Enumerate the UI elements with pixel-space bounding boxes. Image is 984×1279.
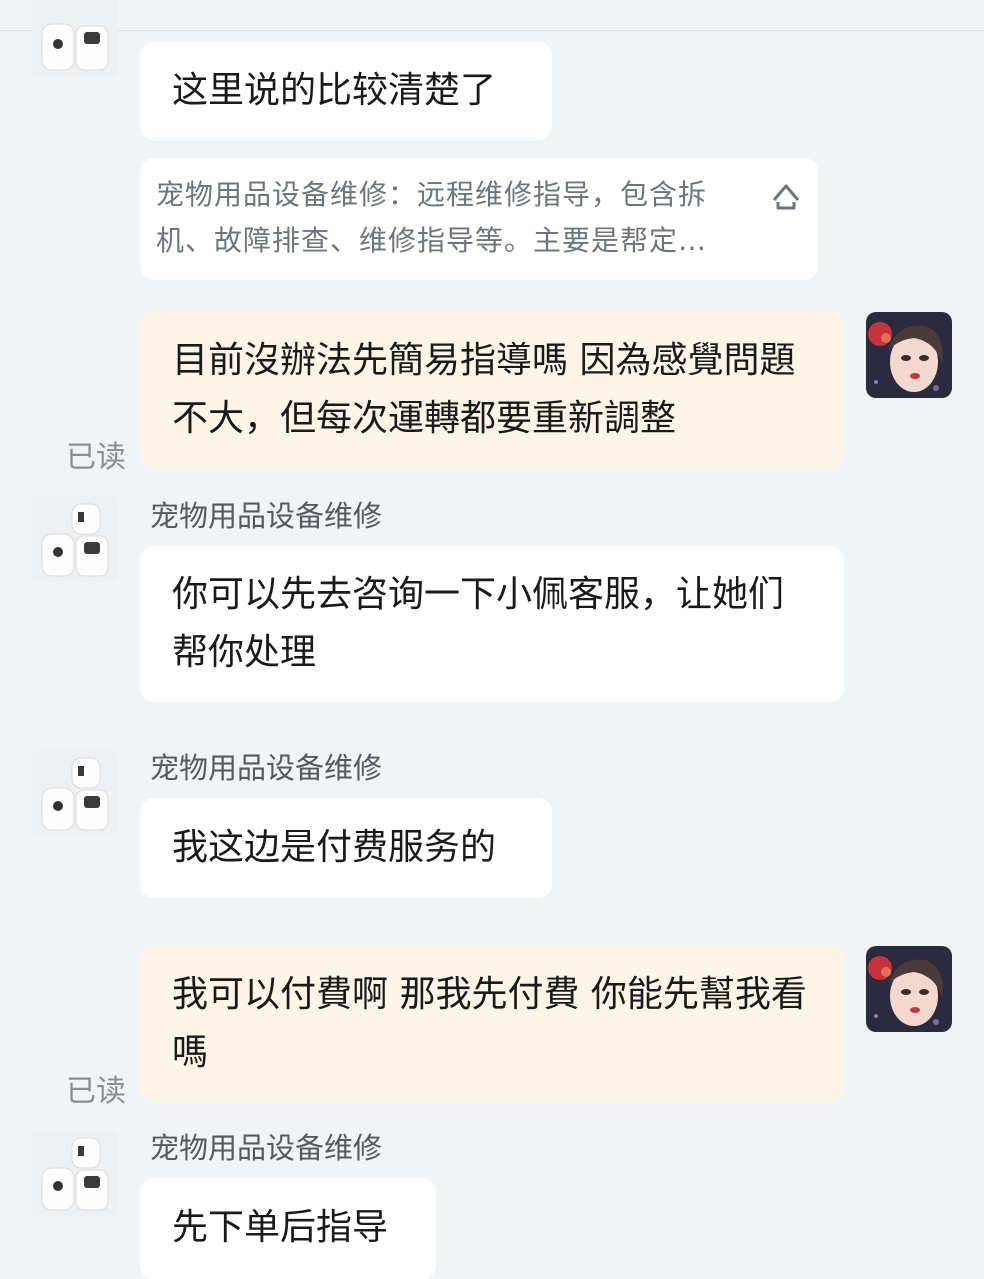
user-avatar[interactable] bbox=[866, 946, 952, 1032]
user-portrait-icon bbox=[866, 312, 952, 398]
top-divider bbox=[0, 30, 984, 31]
message-text: 目前沒辦法先簡易指導嗎 因為感覺問題不大，但每次運轉都要重新調整 bbox=[172, 340, 796, 439]
service-quote-card[interactable]: 宠物用品设备维修：远程维修指导，包含拆机、故障排查、维修指导等。主要是帮定… bbox=[140, 158, 818, 280]
user-portrait-icon bbox=[866, 946, 952, 1032]
read-status: 已读 bbox=[66, 1074, 126, 1109]
message-text: 这里说的比较清楚了 bbox=[172, 70, 497, 111]
shop-avatar[interactable] bbox=[32, 496, 118, 582]
sender-name: 宠物用品设备维修 bbox=[150, 751, 383, 785]
user-avatar[interactable] bbox=[866, 312, 952, 398]
sender-name: 宠物用品设备维修 bbox=[150, 499, 383, 533]
pet-device-icon bbox=[32, 0, 118, 78]
pet-device-icon bbox=[32, 1130, 118, 1216]
read-status: 已读 bbox=[66, 440, 126, 475]
sender-name: 宠物用品设备维修 bbox=[150, 1131, 383, 1165]
message-text: 我可以付費啊 那我先付費 你能先幫我看嗎 bbox=[172, 974, 807, 1073]
pet-device-icon bbox=[32, 496, 118, 582]
shop-avatar[interactable] bbox=[32, 750, 118, 836]
my-message-bubble[interactable]: 目前沒辦法先簡易指導嗎 因為感覺問題不大，但每次運轉都要重新調整 bbox=[140, 312, 844, 468]
my-message-bubble[interactable]: 我可以付費啊 那我先付費 你能先幫我看嗎 bbox=[140, 946, 844, 1102]
message-bubble[interactable]: 我这边是付费服务的 bbox=[140, 798, 552, 898]
message-text: 我这边是付费服务的 bbox=[172, 827, 497, 868]
shop-avatar[interactable] bbox=[32, 0, 118, 78]
quote-text: 宠物用品设备维修：远程维修指导，包含拆机、故障排查、维修指导等。主要是帮定… bbox=[156, 178, 708, 257]
message-bubble[interactable]: 先下单后指导 bbox=[140, 1178, 436, 1279]
message-bubble[interactable]: 这里说的比较清楚了 bbox=[140, 42, 552, 140]
expand-up-icon[interactable] bbox=[768, 178, 804, 214]
pet-device-icon bbox=[32, 750, 118, 836]
shop-avatar[interactable] bbox=[32, 1130, 118, 1216]
message-text: 你可以先去咨询一下小佩客服，让她们帮你处理 bbox=[172, 574, 785, 673]
message-text: 先下单后指导 bbox=[172, 1207, 389, 1248]
message-bubble[interactable]: 你可以先去咨询一下小佩客服，让她们帮你处理 bbox=[140, 546, 844, 702]
